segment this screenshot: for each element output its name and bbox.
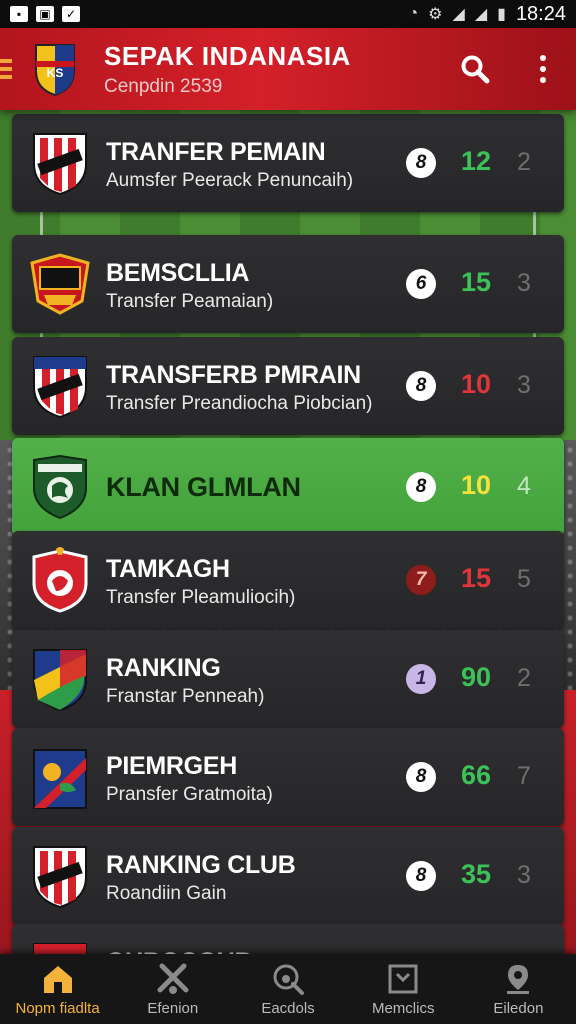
app-header: KS SEPAK INDANASIA Cenpdin 2539 bbox=[0, 28, 576, 110]
row-rank: 2 bbox=[517, 664, 531, 692]
row-rank: 3 bbox=[517, 269, 531, 297]
location-icon bbox=[507, 964, 530, 994]
row-subtitle: Pransfer Gratmoita) bbox=[106, 784, 273, 805]
row-badge: 8 bbox=[406, 371, 436, 401]
row-badge: 8 bbox=[406, 148, 436, 178]
club-crest-icon bbox=[33, 649, 87, 712]
row-subtitle: Transfer Peamaian) bbox=[106, 291, 274, 312]
list-item[interactable]: TRANFER PEMAIN Aumsfer Peerack Penuncaih… bbox=[12, 114, 564, 212]
wifi-icon: ◔ bbox=[408, 5, 419, 22]
signal-2-icon: ◢ bbox=[474, 6, 488, 23]
row-rank: 7 bbox=[517, 762, 531, 790]
row-rank: 5 bbox=[517, 565, 531, 593]
status-bar: ▪ ▣ ✓ ◔ ⚙ ◢ ◢ ▮ 18:24 bbox=[0, 0, 576, 28]
row-title: TAMKAGH bbox=[106, 555, 230, 583]
row-title: PIEMRGEH bbox=[106, 752, 237, 780]
row-rank: 3 bbox=[517, 861, 531, 889]
list-item[interactable]: TRANSFERB PMRAIN Transfer Preandiocha Pi… bbox=[12, 337, 564, 435]
scout-icon bbox=[273, 964, 304, 995]
list-item[interactable]: RANKING Franstar Penneah) 1 90 2 bbox=[12, 630, 564, 728]
list-item[interactable]: TAMKAGH Transfer Pleamuliocih) 7 15 5 bbox=[12, 531, 564, 629]
row-score: 35 bbox=[460, 859, 492, 889]
nav-stats[interactable]: Memclics bbox=[346, 954, 461, 1024]
gallery-icon: ▣ bbox=[36, 6, 54, 22]
nav-label: Eacdols bbox=[261, 999, 315, 1017]
row-score: 12 bbox=[460, 146, 492, 176]
row-subtitle: Aumsfer Peerack Penuncaih) bbox=[106, 170, 354, 191]
nav-scout[interactable]: Eacdols bbox=[230, 954, 345, 1024]
row-rank: 4 bbox=[517, 472, 531, 500]
row-title: BEMSCLLIA bbox=[106, 259, 250, 287]
club-crest-icon bbox=[32, 547, 88, 613]
app-title: SEPAK INDANASIA bbox=[104, 40, 351, 71]
nav-label: Nopm fiadlta bbox=[15, 999, 100, 1017]
nav-home[interactable]: Nopm fiadlta bbox=[0, 954, 115, 1024]
row-score: 10 bbox=[460, 369, 492, 399]
hamburger-icon[interactable] bbox=[0, 56, 12, 82]
nav-location[interactable]: Eiledon bbox=[461, 954, 576, 1024]
stats-icon bbox=[388, 964, 418, 993]
club-crest-icon bbox=[30, 253, 90, 315]
row-title: RANKING CLUB bbox=[106, 851, 296, 879]
search-icon[interactable] bbox=[460, 54, 490, 84]
row-title: TRANFER PEMAIN bbox=[106, 138, 326, 166]
row-badge: 6 bbox=[406, 269, 436, 299]
club-crest-icon bbox=[33, 454, 87, 520]
list-item[interactable]: BEMSCLLIA Transfer Peamaian) 6 15 3 bbox=[12, 235, 564, 333]
row-subtitle: Transfer Pleamuliocih) bbox=[106, 587, 296, 608]
row-score: 10 bbox=[460, 470, 492, 500]
list-item[interactable]: PIEMRGEH Pransfer Gratmoita) 8 66 7 bbox=[12, 728, 564, 826]
tools-icon bbox=[157, 963, 189, 994]
row-badge: 8 bbox=[406, 861, 436, 891]
nav-tools[interactable]: Efenion bbox=[115, 954, 230, 1024]
notification-icon: ▪ bbox=[10, 6, 28, 22]
row-title: TRANSFERB PMRAIN bbox=[106, 361, 361, 389]
row-badge: 8 bbox=[406, 762, 436, 792]
row-title: RANKING bbox=[106, 654, 221, 682]
app-logo: KS bbox=[35, 44, 75, 97]
row-rank: 2 bbox=[517, 148, 531, 176]
more-vertical-icon[interactable] bbox=[540, 55, 546, 83]
row-score: 66 bbox=[460, 760, 492, 790]
club-crest-icon bbox=[33, 749, 87, 809]
list-item-selected[interactable]: KLAN GLMLAN 8 10 4 bbox=[12, 438, 564, 536]
check-icon: ✓ bbox=[62, 6, 80, 22]
signal-icon: ◢ bbox=[452, 6, 465, 23]
club-crest-icon bbox=[33, 356, 87, 419]
app-subtitle: Cenpdin 2539 bbox=[104, 75, 223, 97]
nav-label: Efenion bbox=[147, 999, 199, 1017]
row-title: KLAN GLMLAN bbox=[106, 472, 301, 502]
settings-status-icon: ⚙ bbox=[428, 6, 443, 23]
club-crest-icon bbox=[33, 846, 87, 909]
nav-label: Eiledon bbox=[493, 999, 544, 1017]
row-subtitle: Transfer Preandiocha Piobcian) bbox=[106, 393, 373, 414]
bottom-navigation: Nopm fiadlta Efenion Eacdols Memclics Ei… bbox=[0, 954, 576, 1024]
row-score: 15 bbox=[460, 267, 492, 297]
list-item[interactable]: RANKING CLUB Roandiin Gain 8 35 3 bbox=[12, 827, 564, 925]
club-crest-icon bbox=[33, 133, 87, 196]
battery-icon: ▮ bbox=[497, 6, 506, 23]
row-score: 15 bbox=[460, 563, 492, 593]
row-rank: 3 bbox=[517, 371, 531, 399]
home-icon bbox=[43, 965, 72, 993]
row-badge: 1 bbox=[406, 664, 436, 694]
status-time: 18:24 bbox=[515, 2, 566, 25]
row-score: 90 bbox=[460, 662, 492, 692]
row-badge: 7 bbox=[406, 565, 436, 595]
nav-label: Memclics bbox=[371, 999, 435, 1017]
row-subtitle: Franstar Penneah) bbox=[106, 686, 265, 707]
svg-text:KS: KS bbox=[47, 66, 64, 80]
row-badge: 8 bbox=[406, 472, 436, 502]
row-subtitle: Roandiin Gain bbox=[106, 883, 227, 904]
